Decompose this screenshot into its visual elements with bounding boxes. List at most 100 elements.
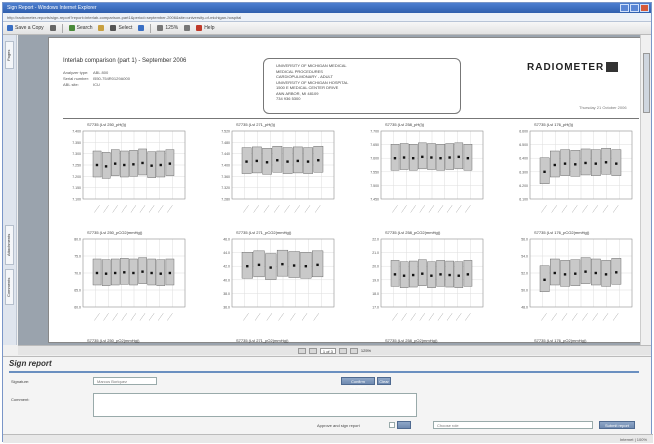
x-tick-label: ——— <box>253 312 261 322</box>
data-point <box>269 266 272 269</box>
x-tick-label: ——— <box>272 204 280 214</box>
data-point <box>255 159 258 163</box>
clear-signature-button[interactable]: Clear <box>377 377 391 385</box>
data-point <box>457 155 460 159</box>
maximize-button[interactable] <box>630 4 639 12</box>
address-line: 734 936 5300 <box>276 96 301 101</box>
document-viewport[interactable]: Interlab comparison (part 1) - September… <box>18 35 640 345</box>
y-tick-label: 17.0 <box>372 306 379 310</box>
meta-value: ICU <box>93 82 100 87</box>
y-tick-label: 6.200 <box>519 184 528 188</box>
data-point <box>553 271 556 275</box>
confirm-signature-button[interactable]: Confirm Signature <box>341 377 375 389</box>
x-tick-label: ——— <box>418 312 426 322</box>
x-tick-label: ——— <box>303 204 311 214</box>
data-point <box>553 163 556 167</box>
toolbar-item-zoom[interactable] <box>138 25 145 31</box>
chart-svg: 7.4007.3507.3007.2507.2007.1507.100——— ——… <box>72 130 186 214</box>
first-page-button[interactable] <box>297 347 306 354</box>
chart-title: S7735 (Lvl 250_pO2(mmHg)) <box>87 338 140 343</box>
signature-field[interactable]: Marcus Boriquez <box>93 377 157 385</box>
data-point <box>421 155 424 159</box>
x-tick-label: ——— <box>436 312 444 322</box>
data-point <box>265 161 269 164</box>
x-tick-label: ——— <box>560 312 568 322</box>
x-tick-label: ——— <box>540 204 548 214</box>
toolbar-item-print[interactable] <box>49 25 56 31</box>
y-tick-label: 56.0 <box>521 238 528 242</box>
role-select[interactable]: Choose role <box>433 421 593 429</box>
chart-svg: 46.044.042.040.038.036.0——— ——— ——— ——— ——— —… <box>223 238 335 322</box>
data-point <box>246 265 249 268</box>
toolbar-item-hand[interactable] <box>98 25 105 31</box>
y-tick-label: 7.400 <box>72 130 81 134</box>
x-tick-label: ——— <box>463 204 471 214</box>
page-navigation: 1 of 3 125% <box>18 345 651 355</box>
x-tick-label: ——— <box>427 204 435 214</box>
data-point <box>316 263 319 267</box>
data-point <box>543 170 546 173</box>
approve-label: Approve and sign report <box>317 423 360 428</box>
y-tick-label: 80.0 <box>74 238 81 242</box>
data-point <box>113 271 117 275</box>
x-tick-label: ——— <box>138 312 146 322</box>
y-tick-label: 7.520 <box>221 130 230 134</box>
header-divider <box>63 118 639 119</box>
toolbar-item-save[interactable]: Save a Copy <box>7 25 44 31</box>
x-tick-label: ——— <box>242 204 250 214</box>
data-point <box>95 163 99 167</box>
x-tick-label: ——— <box>111 204 119 214</box>
window-title: Sign Report - Windows Internet Explorer <box>7 5 97 11</box>
approve-checkbox[interactable] <box>389 422 395 428</box>
data-point <box>543 278 546 281</box>
y-tick-label: 52.0 <box>521 272 528 276</box>
toolbar-separator <box>150 23 152 33</box>
toolbar-item-page[interactable] <box>184 25 191 31</box>
close-button[interactable] <box>640 4 649 12</box>
y-tick-label: 70.0 <box>74 272 81 276</box>
page-number-field[interactable]: 1 of 3 <box>319 347 336 354</box>
rail-tab-pages[interactable]: Pages <box>5 41 14 69</box>
approve-go-button[interactable] <box>397 421 411 429</box>
data-point <box>296 159 299 163</box>
data-point <box>317 159 320 162</box>
next-page-button[interactable] <box>338 347 347 354</box>
x-tick-label: ——— <box>400 312 408 322</box>
zoom-icon <box>138 25 145 31</box>
rail-tab-comments[interactable]: Comments <box>5 269 14 305</box>
chart-svg: 22.021.020.019.018.017.0——— ——— ——— ——— ——— —… <box>372 238 484 322</box>
chart-title: S7735 (Lvl 258_pO2(mmHg)) <box>385 338 438 343</box>
brand-logo: RADIOMETER <box>527 62 619 73</box>
sign-panel-divider <box>9 371 639 373</box>
qc-chart: S7735 (Lvl 258_pH(l)) 7.700 7.650 7.600 7.55… <box>361 122 495 226</box>
last-page-button[interactable] <box>349 347 358 354</box>
toolbar-item-search[interactable]: Search <box>68 25 92 31</box>
comment-field[interactable] <box>93 393 417 417</box>
rail-tab-attachments[interactable]: Attachments <box>5 225 14 265</box>
data-point <box>448 156 451 159</box>
y-tick-label: 6.500 <box>519 143 528 147</box>
toolbar-item-select[interactable]: Select <box>110 25 132 31</box>
brand-name: RADIOMETER <box>527 62 605 73</box>
brand-mark-icon <box>606 62 619 73</box>
minimize-button[interactable] <box>620 4 629 12</box>
x-tick-label: ——— <box>454 204 462 214</box>
qc-chart: S7735 (Lvl 271_pCO2(mmHg)) 46.0 44.0 42.0 40… <box>212 230 346 334</box>
data-point <box>393 157 397 160</box>
x-tick-label: ——— <box>300 312 308 322</box>
toolbar-item-help[interactable]: Help <box>196 25 214 31</box>
previous-page-button[interactable] <box>308 347 317 354</box>
scrollbar-thumb[interactable] <box>643 53 650 113</box>
x-tick-label: ——— <box>601 312 609 322</box>
navigation-rail: Pages Attachments Comments <box>3 35 17 345</box>
y-tick-label: 50.0 <box>521 289 528 293</box>
x-tick-label: ——— <box>540 312 548 322</box>
data-point <box>168 162 172 165</box>
x-tick-label: ——— <box>93 204 101 214</box>
address-bar[interactable]: http://radiometer-reports/sign-report?re… <box>3 13 651 22</box>
browser-window: Sign Report - Windows Internet Explorer … <box>2 2 653 443</box>
status-zone: Internet | 100% <box>619 437 647 442</box>
toolbar-item-zoom-out[interactable]: 125% <box>157 25 178 31</box>
submit-report-button[interactable]: Submit report <box>599 421 635 429</box>
vertical-scrollbar[interactable] <box>640 35 651 345</box>
